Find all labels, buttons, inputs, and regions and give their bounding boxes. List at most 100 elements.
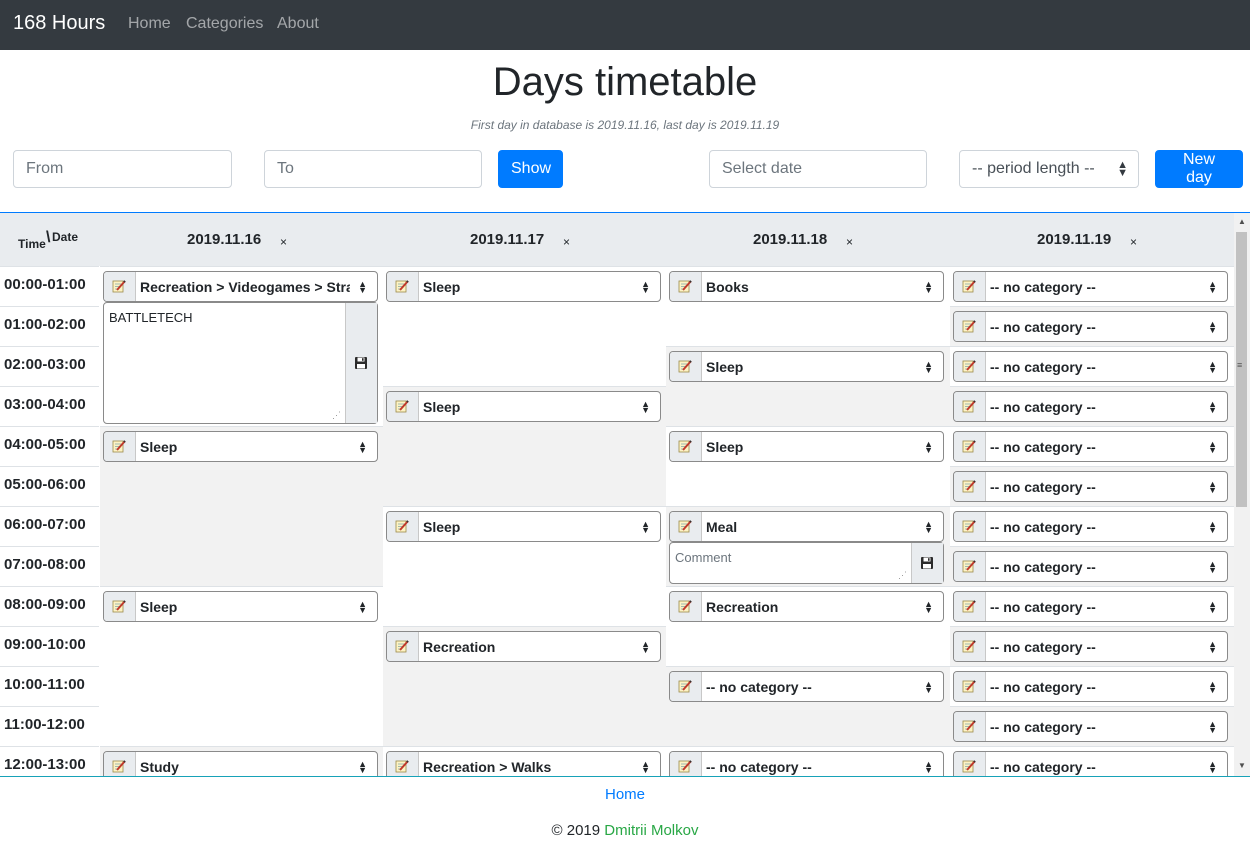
- notepad-pencil-icon[interactable]: [670, 352, 702, 381]
- notepad-pencil-icon[interactable]: [670, 432, 702, 461]
- notepad-pencil-icon[interactable]: [670, 672, 702, 701]
- notepad-pencil-icon[interactable]: [954, 672, 986, 701]
- comment-textarea[interactable]: BATTLETECH ⋰: [103, 302, 378, 424]
- nav-categories-link[interactable]: Categories: [186, 15, 263, 33]
- category-select[interactable]: Recreation ▲ ▼: [669, 591, 944, 622]
- show-button[interactable]: Show: [498, 150, 563, 188]
- time-block: -- no category -- ▲ ▼: [950, 506, 1234, 546]
- category-select[interactable]: Sleep ▲ ▼: [386, 271, 661, 302]
- scroll-grip-icon: ≡: [1237, 360, 1243, 370]
- category-label: Sleep: [423, 279, 461, 295]
- time-block: Sleep ▲ ▼: [383, 266, 667, 386]
- up-down-arrows-icon: ▲ ▼: [641, 759, 650, 775]
- notepad-pencil-icon[interactable]: [954, 592, 986, 621]
- to-date-input[interactable]: [264, 150, 482, 188]
- notepad-pencil-icon[interactable]: [104, 592, 136, 621]
- notepad-pencil-icon[interactable]: [670, 592, 702, 621]
- from-date-input[interactable]: [13, 150, 232, 188]
- time-block: Recreation ▲ ▼: [666, 586, 950, 666]
- category-select[interactable]: -- no category -- ▲ ▼: [953, 351, 1228, 382]
- category-select[interactable]: Sleep ▲ ▼: [103, 591, 378, 622]
- up-down-arrows-icon: ▲ ▼: [924, 279, 933, 295]
- day-column: Recreation > Videogames > Strategy ▲▼ BATT…: [100, 266, 384, 776]
- category-select[interactable]: Sleep ▲ ▼: [669, 431, 944, 462]
- footer-home-link[interactable]: Home: [0, 786, 1250, 803]
- time-block: Sleep ▲ ▼: [383, 506, 667, 626]
- category-select[interactable]: -- no category -- ▲ ▼: [953, 511, 1228, 542]
- category-select[interactable]: Meal ▲ ▼: [669, 511, 944, 542]
- category-select[interactable]: -- no category -- ▲ ▼: [953, 271, 1228, 302]
- notepad-pencil-icon[interactable]: [104, 432, 136, 461]
- category-label: Sleep: [706, 359, 744, 375]
- category-select[interactable]: Sleep ▲ ▼: [386, 391, 661, 422]
- notepad-pencil-icon[interactable]: [954, 712, 986, 741]
- category-select[interactable]: -- no category -- ▲ ▼: [953, 591, 1228, 622]
- comment-textarea[interactable]: Comment ⋰: [669, 542, 944, 584]
- up-down-arrows-icon: ▲ ▼: [641, 399, 650, 415]
- notepad-pencil-icon[interactable]: [104, 272, 136, 301]
- notepad-pencil-icon[interactable]: [104, 752, 136, 776]
- time-block: -- no category -- ▲ ▼: [950, 666, 1234, 706]
- category-select[interactable]: -- no category -- ▲ ▼: [953, 671, 1228, 702]
- category-select[interactable]: Study ▲ ▼: [103, 751, 378, 776]
- brand-link[interactable]: 168 Hours: [13, 12, 105, 35]
- nav-home-link[interactable]: Home: [128, 15, 171, 33]
- category-select[interactable]: -- no category -- ▲ ▼: [953, 471, 1228, 502]
- notepad-pencil-icon[interactable]: [387, 632, 419, 661]
- remove-day-icon[interactable]: ×: [280, 235, 287, 249]
- notepad-pencil-icon[interactable]: [954, 632, 986, 661]
- category-select[interactable]: -- no category -- ▲ ▼: [953, 311, 1228, 342]
- category-select[interactable]: -- no category -- ▲ ▼: [953, 551, 1228, 582]
- notepad-pencil-icon[interactable]: [387, 392, 419, 421]
- category-select[interactable]: Sleep ▲ ▼: [103, 431, 378, 462]
- category-select[interactable]: Recreation > Videogames > Strategy ▲▼: [103, 271, 378, 302]
- category-select[interactable]: Recreation ▲ ▼: [386, 631, 661, 662]
- remove-day-icon[interactable]: ×: [1130, 235, 1137, 249]
- day-column: Sleep ▲ ▼ Sleep ▲ ▼ Sleep ▲ ▼ Recreation ▲ ▼ Recreat…: [383, 266, 667, 776]
- notepad-pencil-icon[interactable]: [387, 272, 419, 301]
- save-comment-button[interactable]: [911, 543, 943, 583]
- category-select[interactable]: -- no category -- ▲ ▼: [953, 631, 1228, 662]
- notepad-pencil-icon[interactable]: [670, 752, 702, 776]
- time-block: -- no category -- ▲ ▼: [950, 426, 1234, 466]
- scroll-up-arrow-icon[interactable]: ▲: [1238, 217, 1246, 226]
- category-select[interactable]: -- no category -- ▲ ▼: [669, 671, 944, 702]
- notepad-pencil-icon[interactable]: [954, 272, 986, 301]
- category-select[interactable]: -- no category -- ▲ ▼: [953, 751, 1228, 776]
- category-select[interactable]: -- no category -- ▲ ▼: [953, 711, 1228, 742]
- notepad-pencil-icon[interactable]: [387, 752, 419, 776]
- notepad-pencil-icon[interactable]: [670, 272, 702, 301]
- time-block: Sleep ▲ ▼: [100, 426, 384, 586]
- time-cell: 03:00-04:00: [0, 386, 99, 426]
- notepad-pencil-icon[interactable]: [954, 512, 986, 541]
- notepad-pencil-icon[interactable]: [954, 392, 986, 421]
- remove-day-icon[interactable]: ×: [846, 235, 853, 249]
- period-length-select[interactable]: -- period length -- ▲ ▼: [959, 150, 1139, 188]
- notepad-pencil-icon[interactable]: [954, 752, 986, 776]
- resize-grip-icon[interactable]: ⋰: [332, 410, 341, 421]
- new-day-button[interactable]: New day: [1155, 150, 1243, 188]
- category-select[interactable]: Books ▲ ▼: [669, 271, 944, 302]
- category-select[interactable]: -- no category -- ▲ ▼: [669, 751, 944, 776]
- remove-day-icon[interactable]: ×: [563, 235, 570, 249]
- notepad-pencil-icon[interactable]: [954, 472, 986, 501]
- save-comment-button[interactable]: [345, 303, 377, 423]
- notepad-pencil-icon[interactable]: [954, 352, 986, 381]
- scrollbar[interactable]: ▲ ≡ ▼: [1234, 213, 1250, 776]
- notepad-pencil-icon[interactable]: [670, 512, 702, 541]
- select-date-input[interactable]: [709, 150, 927, 188]
- notepad-pencil-icon[interactable]: [387, 512, 419, 541]
- category-select[interactable]: -- no category -- ▲ ▼: [953, 431, 1228, 462]
- category-select[interactable]: Recreation > Walks ▲ ▼: [386, 751, 661, 776]
- notepad-pencil-icon[interactable]: [954, 312, 986, 341]
- scroll-down-arrow-icon[interactable]: ▼: [1238, 761, 1246, 770]
- notepad-pencil-icon[interactable]: [954, 552, 986, 581]
- category-select[interactable]: -- no category -- ▲ ▼: [953, 391, 1228, 422]
- category-select[interactable]: Sleep ▲ ▼: [386, 511, 661, 542]
- notepad-pencil-icon[interactable]: [954, 432, 986, 461]
- nav-about-link[interactable]: About: [277, 15, 319, 33]
- category-label: -- no category --: [990, 639, 1096, 655]
- resize-grip-icon[interactable]: ⋰: [898, 570, 907, 581]
- author-link[interactable]: Dmitrii Molkov: [604, 822, 698, 839]
- category-select[interactable]: Sleep ▲ ▼: [669, 351, 944, 382]
